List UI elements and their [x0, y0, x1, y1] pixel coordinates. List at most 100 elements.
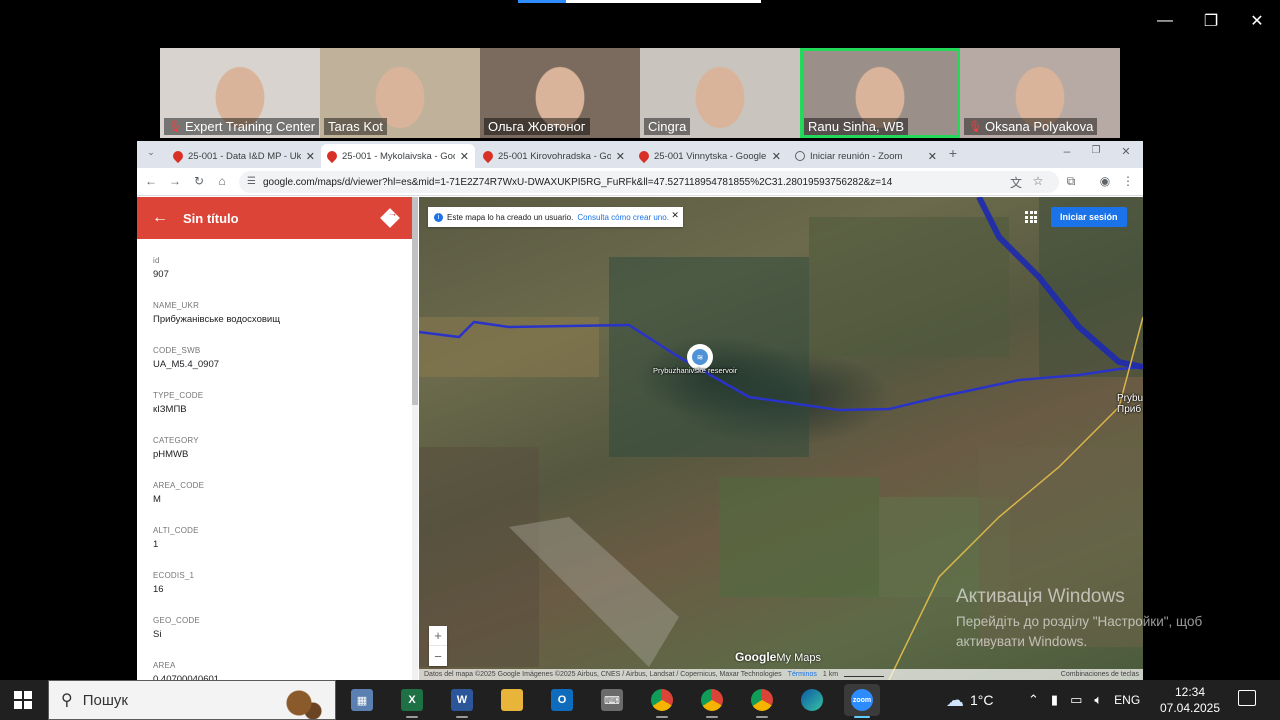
zoom-top-bar: — ❐ ✕ [0, 0, 1280, 44]
back-icon[interactable]: ← [143, 174, 159, 188]
minimize-icon[interactable]: — [1152, 8, 1178, 34]
muted-mic-icon: 🎙︎ [968, 121, 982, 133]
windows-taskbar: ⚲ Пошук ▦ X W O ⌨ zoom ☁ 1°C ⌃ ▮ ▭ 🔈︎ EN… [0, 680, 1280, 720]
participant-tile[interactable]: 🎙︎ Oksana Polyakova [960, 48, 1120, 138]
bookmark-star-icon[interactable]: ☆ [1030, 174, 1046, 188]
participant-name-text: Taras Kot [328, 119, 383, 134]
new-tab-icon[interactable]: + [945, 145, 961, 161]
calculator-icon: ▦ [351, 689, 373, 711]
clock-time: 12:34 [1174, 685, 1206, 699]
scale-label: 1 km [822, 671, 839, 678]
excel-app[interactable]: X [394, 684, 430, 718]
marker-label: Prybuzhanivske reservoir [653, 366, 738, 375]
tab-search-icon[interactable]: ⌄ [143, 147, 159, 158]
chrome-app-3[interactable] [744, 684, 780, 718]
close-tab-icon[interactable]: ✕ [616, 150, 625, 163]
notifications-icon[interactable] [1238, 690, 1256, 706]
watermark-title: Активація Windows [956, 586, 1125, 607]
restore-icon[interactable]: ❐ [1198, 8, 1224, 34]
panel-scrollbar[interactable] [412, 197, 418, 680]
participant-name: 🎙︎ Oksana Polyakova [964, 118, 1098, 135]
attribute-key: ECODIS_1 [153, 571, 195, 580]
profile-icon[interactable]: ◉ [1097, 174, 1113, 188]
menu-icon[interactable]: ⋮ [1120, 174, 1136, 188]
maps-pin-icon [170, 148, 186, 164]
language-indicator[interactable]: ENG [1114, 693, 1140, 707]
chrome-icon [651, 689, 673, 711]
clock[interactable]: 12:34 07.04.2025 [1158, 684, 1222, 716]
participant-name-text: Oksana Polyakova [984, 119, 1094, 134]
terms-link[interactable]: Términos [788, 671, 817, 678]
zoom-app[interactable]: zoom [844, 684, 880, 718]
translate-icon[interactable]: 文 [1008, 174, 1024, 191]
attribute-row: AREA 0,40700040601 [153, 661, 413, 680]
learn-create-link[interactable]: Consulta cómo crear uno. [577, 213, 669, 222]
home-icon[interactable]: ⌂ [214, 174, 230, 188]
address-bar[interactable]: ☰ google.com/maps/d/viewer?hl=es&mid=1-7… [239, 171, 1059, 193]
chrome-app-2[interactable] [694, 684, 730, 718]
extensions-icon[interactable]: ⧉ [1063, 174, 1079, 189]
edge-icon [801, 689, 823, 711]
microphone-icon[interactable]: ▮ [1051, 692, 1058, 708]
close-notice-icon[interactable]: ✕ [671, 210, 679, 221]
close-tab-icon[interactable]: ✕ [772, 150, 781, 163]
browser-tab[interactable]: 25-001 Kirovohradska - Google ✕ [477, 144, 631, 168]
browser-tab[interactable]: 25-001 - Data I&D MP - Ukrain ✕ [167, 144, 321, 168]
browser-tab[interactable]: 25-001 Vinnytska - Google My ✕ [633, 144, 787, 168]
volume-icon[interactable]: 🔈︎ [1094, 692, 1102, 708]
minimize-icon[interactable]: – [1059, 144, 1075, 158]
notice-text: Este mapa lo ha creado un usuario. [447, 212, 574, 222]
zoom-out-button[interactable]: − [429, 646, 447, 666]
forward-icon[interactable]: → [167, 174, 183, 188]
apps-grid-icon[interactable] [1025, 211, 1037, 223]
close-icon[interactable]: ✕ [1118, 145, 1134, 158]
word-icon: W [451, 689, 473, 711]
file-explorer-app[interactable] [494, 684, 530, 716]
sign-in-button[interactable]: Iniciar sesión [1051, 207, 1127, 227]
chevron-up-icon[interactable]: ⌃ [1028, 692, 1039, 708]
browser-tab[interactable]: 25-001 - Mykolaivska - Google ✕ [321, 144, 475, 168]
participant-tile[interactable]: Ranu Sinha, WB [800, 48, 960, 138]
feature-title: Sin título [183, 210, 239, 226]
zoom-in-button[interactable]: + [429, 626, 447, 646]
tab-label: 25-001 Kirovohradska - Google [498, 150, 611, 162]
attribute-key: AREA [153, 661, 176, 670]
participant-tile[interactable]: Taras Kot [320, 48, 480, 138]
close-tab-icon[interactable]: ✕ [460, 150, 469, 163]
attribution-text: Datos del mapa ©2025 Google Imágenes ©20… [424, 671, 782, 678]
close-icon[interactable]: ✕ [1244, 8, 1270, 34]
attribute-row: AREA_CODE M [153, 481, 413, 526]
calculator-app[interactable]: ▦ [344, 684, 380, 716]
attribute-value: Прибужанівське водосховищ [153, 314, 281, 325]
participant-name: Cingra [644, 118, 691, 135]
weather-widget[interactable]: ☁ 1°C [946, 680, 994, 720]
participant-name: Ranu Sinha, WB [804, 118, 909, 135]
tab-strip: ⌄ 25-001 - Data I&D MP - Ukrain✕25-001 -… [137, 141, 1143, 168]
battery-icon[interactable]: ▭ [1070, 692, 1082, 708]
chrome-app-1[interactable] [644, 684, 680, 718]
outlook-app[interactable]: O [544, 684, 580, 716]
keyboard-shortcuts-link[interactable]: Combinaciones de teclas [1061, 671, 1143, 678]
directions-icon[interactable] [380, 208, 400, 228]
site-info-icon[interactable]: ☰ [247, 176, 256, 187]
watermark-text: Перейдіть до розділу "Настройки", щоб ак… [956, 614, 1203, 649]
taskbar-search[interactable]: ⚲ Пошук [48, 680, 336, 720]
google-my-maps-logo: GoogleMy Maps [735, 650, 821, 664]
restore-icon[interactable]: ❐ [1088, 145, 1104, 156]
start-button[interactable] [14, 691, 32, 709]
close-tab-icon[interactable]: ✕ [928, 150, 937, 163]
screen-share-indicator[interactable] [518, 0, 761, 3]
globe-icon [795, 151, 805, 161]
participant-name-text: Expert Training Center [184, 119, 316, 134]
word-app[interactable]: W [444, 684, 480, 718]
participant-tile[interactable]: Cingra [640, 48, 800, 138]
browser-tab[interactable]: Iniciar reunión - Zoom ✕ [789, 144, 943, 168]
cloud-icon: ☁ [946, 689, 964, 710]
back-arrow-icon[interactable]: ← [137, 209, 183, 227]
participant-tile[interactable]: 🎙︎ Expert Training Center [160, 48, 320, 138]
close-tab-icon[interactable]: ✕ [306, 150, 315, 163]
network-app[interactable]: ⌨ [594, 684, 630, 716]
edge-app[interactable] [794, 684, 830, 716]
participant-tile[interactable]: Ольга Жовтоног [480, 48, 640, 138]
reload-icon[interactable]: ↻ [191, 174, 207, 188]
